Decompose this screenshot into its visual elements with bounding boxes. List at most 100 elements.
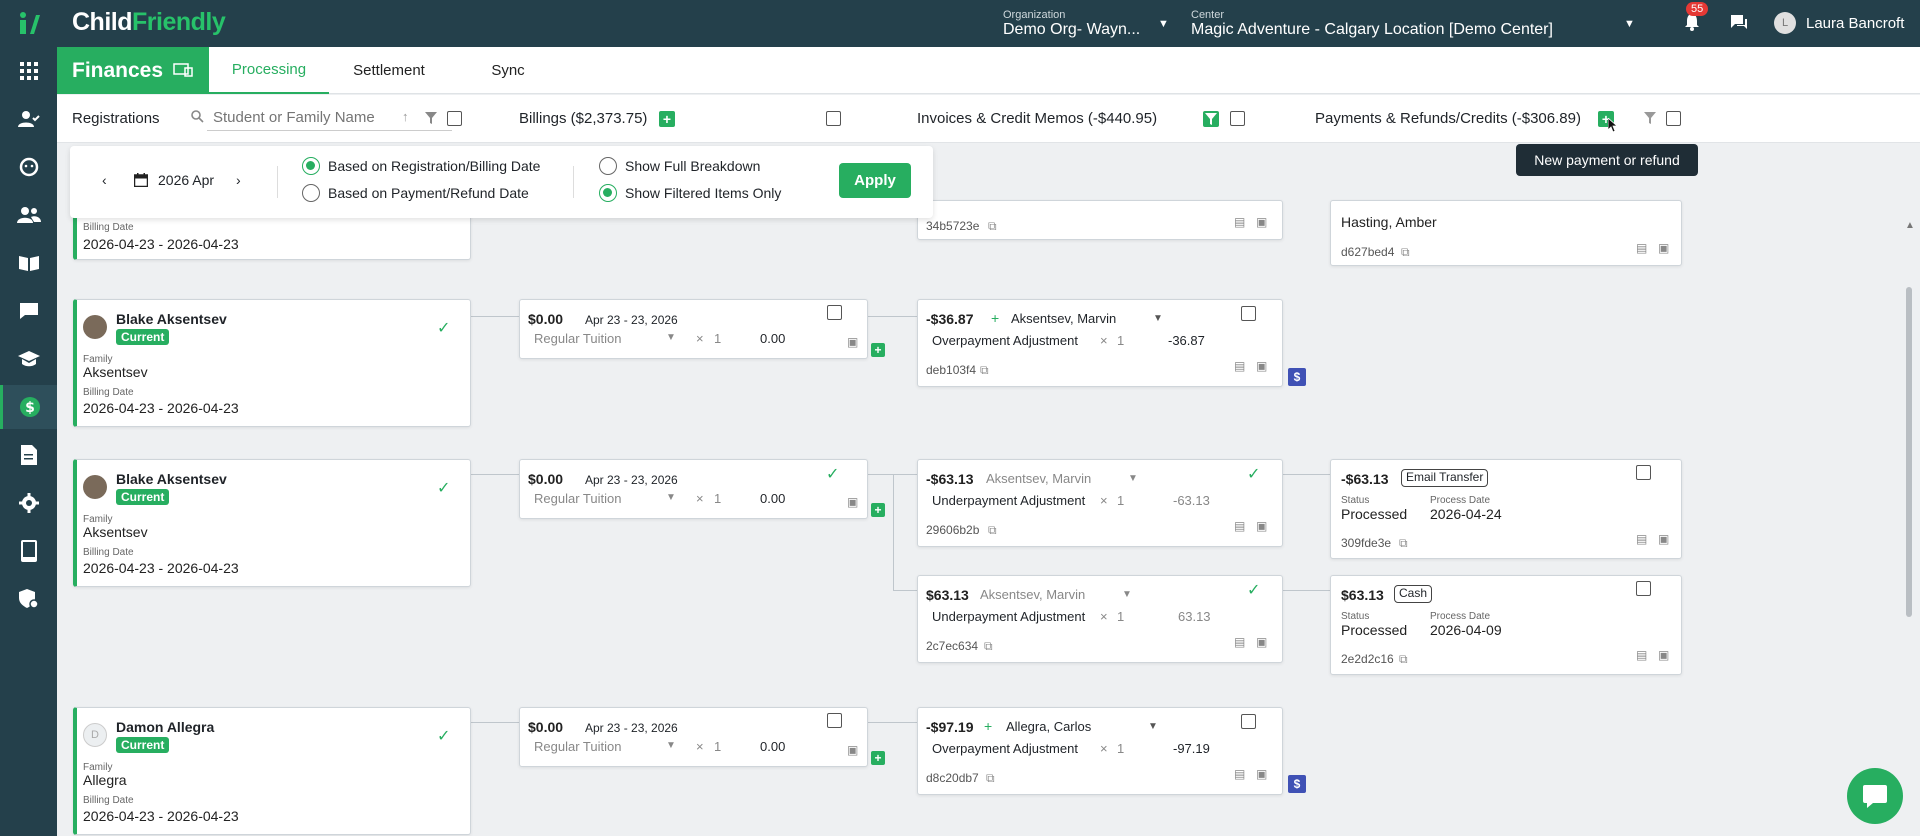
copy-icon[interactable]: ⧉: [988, 523, 997, 538]
note-icon[interactable]: ▤: [1234, 359, 1245, 373]
billing-checkbox[interactable]: [827, 305, 842, 320]
billing-item-select[interactable]: Regular Tuition: [534, 331, 621, 346]
month-label[interactable]: 2026 Apr: [158, 172, 214, 188]
dollar-icon[interactable]: $: [0, 385, 57, 429]
invoice-person-select[interactable]: Aksentsev, Marvin: [986, 471, 1091, 486]
note-icon[interactable]: ▤: [1636, 241, 1647, 255]
dollar-payment-button[interactable]: $: [1288, 775, 1306, 793]
center-select[interactable]: Magic Adventure - Calgary Location [Demo…: [1191, 21, 1553, 39]
billing-card[interactable]: $0.00 Apr 23 - 23, 2026 ✓ Regular Tuitio…: [519, 459, 868, 519]
org-chevron-down-icon[interactable]: ▼: [1158, 18, 1169, 30]
copy-icon[interactable]: ⧉: [988, 219, 997, 234]
note-icon[interactable]: ▤: [1636, 532, 1647, 546]
student-card[interactable]: D Damon Allegra Current ✓ Family Allegra…: [73, 707, 471, 835]
payments-select-all-checkbox[interactable]: [1666, 111, 1681, 126]
registrations-select-all-checkbox[interactable]: [447, 111, 462, 126]
scroll-up-arrow-icon[interactable]: ▲: [1905, 220, 1915, 231]
student-search-input[interactable]: [207, 105, 452, 131]
receipt-icon[interactable]: ▣: [1256, 635, 1267, 649]
invoices-select-all-checkbox[interactable]: [1230, 111, 1245, 126]
calendar-icon[interactable]: [133, 173, 149, 190]
add-invoice-button[interactable]: +: [871, 503, 885, 517]
payment-checkbox[interactable]: [1636, 465, 1651, 480]
chevron-down-icon[interactable]: ▼: [666, 492, 676, 503]
copy-icon[interactable]: ⧉: [1399, 652, 1408, 667]
invoice-person-select[interactable]: Aksentsev, Marvin: [1011, 311, 1116, 326]
invoice-card[interactable]: -$63.13 Aksentsev, Marvin ▼ ✓ Underpayme…: [917, 459, 1283, 547]
messages-icon[interactable]: [1729, 13, 1749, 36]
add-icon[interactable]: +: [991, 310, 999, 326]
user-avatar[interactable]: L: [1774, 12, 1796, 34]
note-icon[interactable]: ▤: [1234, 215, 1245, 229]
student-card[interactable]: Blake Aksentsev Current ✓ Family Aksents…: [73, 299, 471, 427]
invoice-checkbox[interactable]: [1241, 714, 1256, 729]
user-check-icon[interactable]: [0, 97, 57, 141]
option-filtered-only-label[interactable]: Show Filtered Items Only: [625, 185, 781, 201]
settings-icon[interactable]: [0, 481, 57, 525]
receipt-icon[interactable]: ▣: [1658, 648, 1669, 662]
billing-qty[interactable]: 1: [714, 331, 721, 346]
copy-icon[interactable]: ⧉: [980, 363, 989, 378]
receipt-icon[interactable]: ▣: [1658, 532, 1669, 546]
invoice-person-select[interactable]: Aksentsev, Marvin: [980, 587, 1085, 602]
chevron-down-icon[interactable]: ▼: [1128, 473, 1138, 484]
invoice-card-partial[interactable]: 34b5723e ⧉ ▤ ▣: [917, 200, 1283, 240]
option-payment-date-label[interactable]: Based on Payment/Refund Date: [328, 185, 529, 201]
radio-full-breakdown[interactable]: [599, 157, 617, 175]
receipt-icon[interactable]: ▣: [847, 743, 858, 757]
receipt-icon[interactable]: ▣: [1256, 767, 1267, 781]
option-full-breakdown-label[interactable]: Show Full Breakdown: [625, 158, 760, 174]
next-month-chevron-right-icon[interactable]: ›: [236, 172, 241, 188]
graduation-icon[interactable]: [0, 337, 57, 381]
invoice-card[interactable]: -$36.87 + Aksentsev, Marvin ▼ Overpaymen…: [917, 299, 1283, 387]
student-card[interactable]: Blake Aksentsev Current ✓ Family Aksents…: [73, 459, 471, 587]
child-face-icon[interactable]: [0, 145, 57, 189]
radio-registration-date[interactable]: [302, 157, 320, 175]
tablet-icon[interactable]: [0, 529, 57, 573]
prev-month-chevron-left-icon[interactable]: ‹: [102, 172, 107, 188]
chevron-down-icon[interactable]: ▼: [1122, 589, 1132, 600]
payment-card[interactable]: -$63.13 Email Transfer Status Processed …: [1330, 459, 1682, 559]
add-invoice-button[interactable]: +: [871, 343, 885, 357]
payment-card-partial[interactable]: Hasting, Amber d627bed4 ⧉ ▤ ▣: [1330, 200, 1682, 266]
chevron-down-icon[interactable]: ▼: [1153, 313, 1163, 324]
billing-card[interactable]: $0.00 Apr 23 - 23, 2026 Regular Tuition …: [519, 299, 868, 359]
apply-button[interactable]: Apply: [839, 163, 911, 198]
billing-checkbox[interactable]: [827, 713, 842, 728]
invoice-person-select[interactable]: Allegra, Carlos: [1006, 719, 1091, 734]
student-name[interactable]: Blake Aksentsev: [116, 311, 227, 327]
chevron-down-icon[interactable]: ▼: [1148, 721, 1158, 732]
sort-arrow-up-icon[interactable]: ↑: [402, 109, 409, 124]
payments-filter-icon[interactable]: [1644, 111, 1656, 128]
invoice-card[interactable]: -$97.19 + Allegra, Carlos ▼ Overpayment …: [917, 707, 1283, 795]
receipt-icon[interactable]: ▣: [1256, 359, 1267, 373]
copy-icon[interactable]: ⧉: [984, 639, 993, 654]
invoice-filter-icon[interactable]: [1203, 111, 1219, 127]
dollar-payment-button[interactable]: $: [1288, 368, 1306, 386]
chevron-down-icon[interactable]: ▼: [666, 740, 676, 751]
receipt-icon[interactable]: ▣: [1256, 519, 1267, 533]
receipt-icon[interactable]: ▣: [1658, 241, 1669, 255]
receipt-icon[interactable]: ▣: [847, 335, 858, 349]
add-icon[interactable]: +: [984, 718, 992, 734]
billing-qty[interactable]: 1: [714, 739, 721, 754]
user-name[interactable]: Laura Bancroft: [1806, 15, 1904, 32]
add-invoice-button[interactable]: +: [871, 751, 885, 765]
billing-item-select[interactable]: Regular Tuition: [534, 491, 621, 506]
shield-gear-icon[interactable]: [0, 577, 57, 621]
chat-support-button[interactable]: [1847, 768, 1903, 824]
note-icon[interactable]: ▤: [1234, 635, 1245, 649]
option-registration-date-label[interactable]: Based on Registration/Billing Date: [328, 158, 540, 174]
filter-icon[interactable]: [425, 111, 437, 128]
app-logo-icon[interactable]: [18, 11, 40, 35]
center-chevron-down-icon[interactable]: ▼: [1624, 18, 1635, 30]
tab-sync[interactable]: Sync: [449, 47, 567, 94]
book-icon[interactable]: [0, 241, 57, 285]
copy-icon[interactable]: ⧉: [1401, 245, 1410, 260]
document-icon[interactable]: [0, 433, 57, 477]
receipt-icon[interactable]: ▣: [1256, 215, 1267, 229]
radio-payment-date[interactable]: [302, 184, 320, 202]
tab-settlement[interactable]: Settlement: [329, 47, 449, 94]
vertical-scrollbar[interactable]: [1906, 287, 1912, 617]
billings-select-all-checkbox[interactable]: [826, 111, 841, 126]
